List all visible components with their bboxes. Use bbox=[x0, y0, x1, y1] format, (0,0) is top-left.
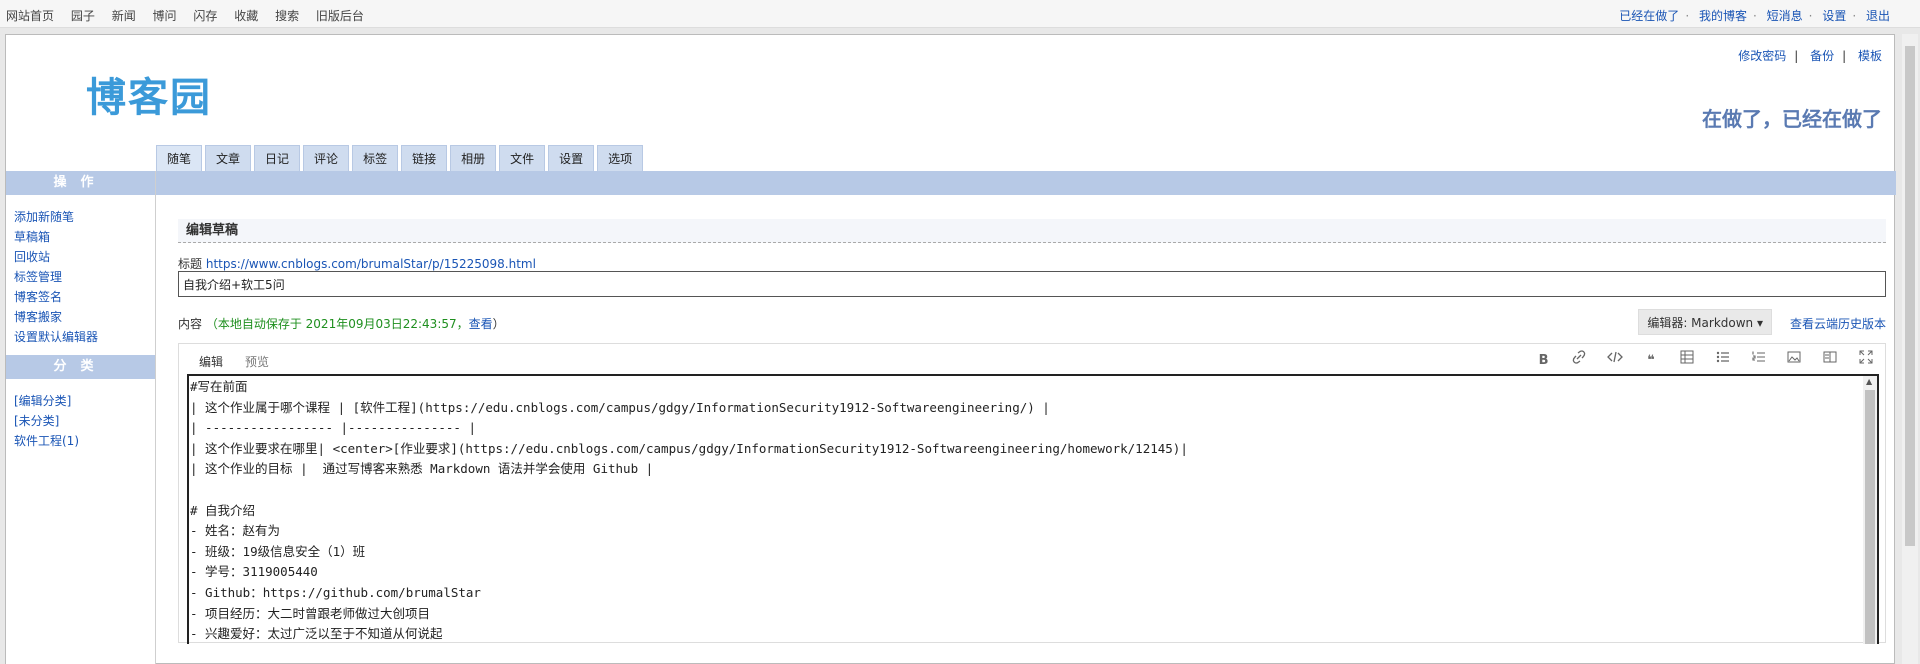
cloud-history-link[interactable]: 查看云端历史版本 bbox=[1790, 315, 1886, 332]
sidebar-item-default-editor[interactable]: 设置默认编辑器 bbox=[14, 327, 147, 347]
code-icon[interactable] bbox=[1606, 350, 1624, 368]
bold-icon[interactable]: B bbox=[1535, 352, 1553, 370]
editor-scrollbar[interactable]: ▲ bbox=[1863, 376, 1877, 644]
admin-tabs: 随笔 文章 日记 评论 标签 链接 相册 文件 设置 选项 bbox=[156, 145, 646, 171]
nav-flash[interactable]: 闪存 bbox=[193, 9, 217, 23]
blog-title[interactable]: 在做了，已经在做了 bbox=[1702, 103, 1882, 132]
sidebar-item-new-post[interactable]: 添加新随笔 bbox=[14, 207, 147, 227]
separator: | bbox=[1794, 49, 1799, 63]
ops-heading: 操作 bbox=[6, 171, 155, 195]
edit-form: 编辑草稿 标题 https://www.cnblogs.com/brumalSt… bbox=[178, 219, 1886, 644]
separator-dot: · bbox=[1752, 9, 1757, 23]
tab-tags[interactable]: 标签 bbox=[352, 145, 399, 171]
page-scrollbar[interactable] bbox=[1902, 34, 1918, 664]
autosave-close: ） bbox=[492, 317, 505, 331]
tab-settings[interactable]: 设置 bbox=[548, 145, 595, 171]
tab-diary[interactable]: 日记 bbox=[254, 145, 301, 171]
template-link[interactable]: 模板 bbox=[1858, 49, 1882, 63]
header-links: 修改密码 | 备份 | 模板 bbox=[1738, 47, 1882, 64]
nav-old-admin[interactable]: 旧版后台 bbox=[316, 9, 364, 23]
ul-list-icon[interactable] bbox=[1714, 350, 1732, 368]
sidebar-item-edit-categories[interactable]: [编辑分类] bbox=[14, 391, 147, 411]
sidebar-item-drafts[interactable]: 草稿箱 bbox=[14, 227, 147, 247]
nav-favorites[interactable]: 收藏 bbox=[234, 9, 258, 23]
tab-links[interactable]: 链接 bbox=[401, 145, 448, 171]
logout-link[interactable]: 退出 bbox=[1866, 9, 1890, 23]
change-password-link[interactable]: 修改密码 bbox=[1738, 49, 1786, 63]
category-heading: 分类 bbox=[6, 355, 155, 379]
content-row: 内容 （本地自动保存于 2021年09月03日22:43:57，查看） 编辑器:… bbox=[178, 309, 1886, 335]
section-title: 编辑草稿 bbox=[178, 219, 1886, 243]
separator-dot: · bbox=[1852, 9, 1857, 23]
nav-search[interactable]: 搜索 bbox=[275, 9, 299, 23]
ops-list: 添加新随笔 草稿箱 回收站 标签管理 博客签名 博客搬家 设置默认编辑器 bbox=[6, 195, 155, 355]
markdown-editor: 编辑 预览 B ❝ #写在前面 | 这个作业属于哪个课程 | [软件工程](ht… bbox=[178, 343, 1886, 644]
site-nav: 网站首页 园子 新闻 博问 闪存 收藏 搜索 旧版后台 bbox=[6, 7, 377, 24]
tab-preview[interactable]: 预览 bbox=[245, 353, 269, 370]
sidebar-item-signature[interactable]: 博客签名 bbox=[14, 287, 147, 307]
content-label-group: 内容 （本地自动保存于 2021年09月03日22:43:57，查看） bbox=[178, 315, 505, 332]
admin-page: 博客园 修改密码 | 备份 | 模板 在做了，已经在做了 随笔 文章 日记 评论 标签 链接相… bbox=[5, 34, 1896, 664]
sidebar-item-tag-manage[interactable]: 标签管理 bbox=[14, 267, 147, 287]
settings-link[interactable]: 设置 bbox=[1822, 9, 1846, 23]
nav-news[interactable]: 新闻 bbox=[112, 9, 136, 23]
nav-home[interactable]: 网站首页 bbox=[6, 9, 54, 23]
autosave-view-link[interactable]: 查看 bbox=[469, 317, 493, 331]
separator: | bbox=[1842, 49, 1847, 63]
split-view-icon[interactable] bbox=[1821, 350, 1839, 368]
messages-link[interactable]: 短消息 bbox=[1767, 9, 1803, 23]
separator-dot: · bbox=[1808, 9, 1813, 23]
format-tools: B ❝ bbox=[1521, 350, 1875, 370]
tab-posts[interactable]: 随笔 bbox=[156, 145, 203, 171]
quote-icon[interactable]: ❝ bbox=[1642, 352, 1660, 370]
editor-toolbar: 编辑 预览 B ❝ bbox=[179, 344, 1885, 374]
tab-options[interactable]: 选项 bbox=[597, 145, 644, 171]
category-list: [编辑分类] [未分类] 软件工程(1) bbox=[6, 379, 155, 459]
cnblogs-logo[interactable]: 博客园 bbox=[86, 65, 212, 123]
my-blog-link[interactable]: 我的博客 bbox=[1699, 9, 1747, 23]
table-icon[interactable] bbox=[1678, 350, 1696, 368]
markdown-textarea[interactable]: #写在前面 | 这个作业属于哪个课程 | [软件工程](https://edu.… bbox=[187, 374, 1879, 644]
editor-scroll-track[interactable]: ▲ bbox=[1863, 376, 1877, 644]
tab-albums[interactable]: 相册 bbox=[450, 145, 497, 171]
nav-garden[interactable]: 园子 bbox=[71, 9, 95, 23]
tab-articles[interactable]: 文章 bbox=[205, 145, 252, 171]
nav-ask[interactable]: 博问 bbox=[153, 9, 177, 23]
user-name-link[interactable]: 已经在做了 bbox=[1619, 9, 1679, 23]
sidebar-item-migrate[interactable]: 博客搬家 bbox=[14, 307, 147, 327]
title-input[interactable] bbox=[178, 271, 1886, 297]
tab-files[interactable]: 文件 bbox=[499, 145, 546, 171]
editor-scroll-thumb[interactable] bbox=[1865, 390, 1875, 644]
sidebar-item-software-eng[interactable]: 软件工程(1) bbox=[14, 431, 147, 451]
tab-comments[interactable]: 评论 bbox=[303, 145, 350, 171]
autosave-status: （本地自动保存于 2021年09月03日22:43:57， bbox=[205, 317, 469, 331]
fullscreen-icon[interactable] bbox=[1857, 350, 1875, 368]
sidebar: 操作 添加新随笔 草稿箱 回收站 标签管理 博客签名 博客搬家 设置默认编辑器 … bbox=[6, 171, 156, 664]
separator-dot: · bbox=[1685, 9, 1690, 23]
scroll-up-icon[interactable]: ▲ bbox=[1866, 377, 1872, 386]
content-label: 内容 bbox=[178, 317, 203, 331]
image-icon[interactable] bbox=[1785, 350, 1803, 368]
sidebar-item-uncategorized[interactable]: [未分类] bbox=[14, 411, 147, 431]
sidebar-item-recycle[interactable]: 回收站 bbox=[14, 247, 147, 267]
title-row: 标题 https://www.cnblogs.com/brumalStar/p/… bbox=[178, 255, 1886, 271]
tab-edit[interactable]: 编辑 bbox=[199, 353, 223, 370]
link-icon[interactable] bbox=[1570, 350, 1588, 368]
top-nav: 网站首页 园子 新闻 博问 闪存 收藏 搜索 旧版后台 已经在做了 · 我的博客 ·… bbox=[0, 0, 1920, 28]
tab-content-bar bbox=[156, 171, 1896, 195]
backup-link[interactable]: 备份 bbox=[1810, 49, 1834, 63]
user-nav: 已经在做了 · 我的博客 · 短消息 · 设置 · 退出 bbox=[1619, 7, 1890, 24]
title-label: 标题 bbox=[178, 257, 203, 271]
post-url-link[interactable]: https://www.cnblogs.com/brumalStar/p/152… bbox=[206, 257, 536, 271]
editor-type-select[interactable]: 编辑器: Markdown ▾ bbox=[1638, 309, 1772, 335]
ol-list-icon[interactable] bbox=[1750, 350, 1768, 368]
page-scrollbar-thumb[interactable] bbox=[1905, 46, 1915, 546]
